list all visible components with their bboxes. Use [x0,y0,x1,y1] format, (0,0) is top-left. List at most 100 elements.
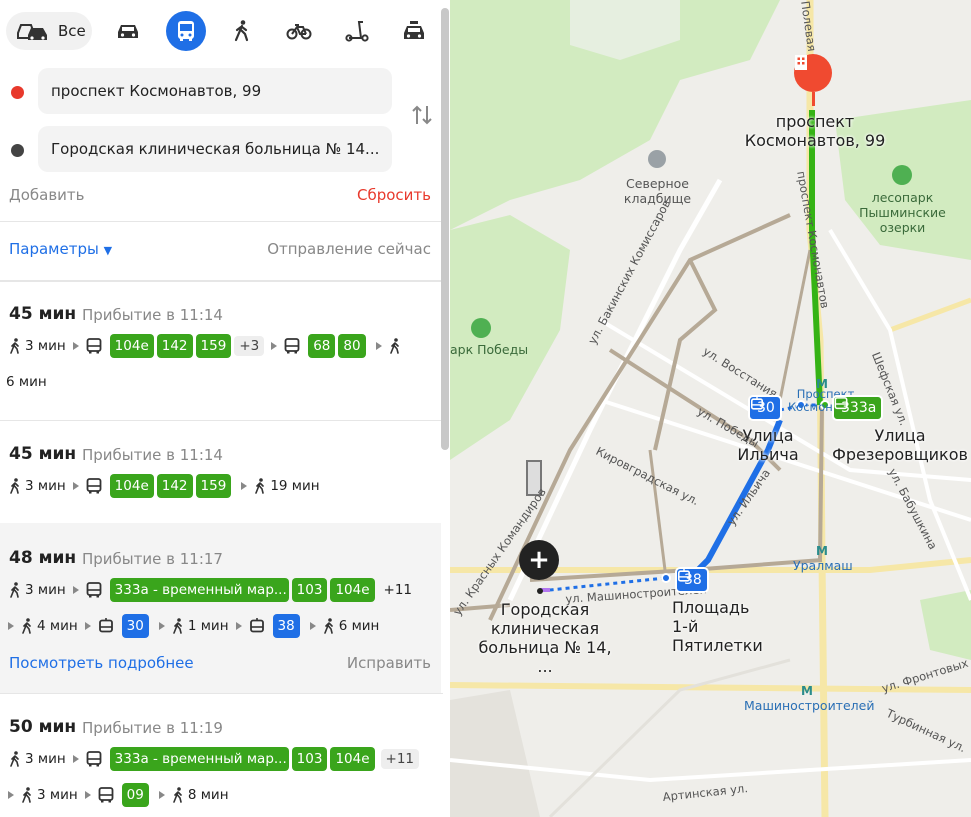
bus-route-badge: 80 [338,334,366,358]
mode-taxi-button[interactable] [394,11,434,51]
all-modes-icon [16,21,50,41]
add-point-link[interactable]: Добавить [9,186,85,204]
bus-route-badge: 68 [308,334,336,358]
route-option-2[interactable]: 45 мин Прибытие в 11:14 3 мин 104е 142 1… [0,421,441,523]
taxi-icon [401,19,427,43]
end-pin[interactable]: + [519,540,559,580]
mode-all-button[interactable]: Все [6,12,92,50]
departure-time-link[interactable]: Отправление сейчас [267,240,431,258]
bus-route-badge: 159 [195,334,232,358]
from-field-value: проспект Космонавтов, 99 [51,82,262,100]
start-pin-stem [812,92,815,106]
walk-icon [9,478,21,494]
route-option-3[interactable]: 48 мин Прибытие в 11:17 3 мин 333а - вре… [0,523,441,693]
tree-icon [892,165,912,185]
walk-duration: 1 мин [187,618,229,634]
bus-route-badge: 333а - временный мар... [109,578,289,602]
step-arrow-icon [158,622,165,630]
metro-label: Уралмаш [793,558,853,573]
reset-link[interactable]: Сбросить [357,186,431,204]
step-arrow-icon [72,482,79,490]
walk-duration: 3 мин [25,338,66,354]
swap-icon[interactable] [410,104,434,126]
step-arrow-icon [8,791,14,799]
step-arrow-icon [72,586,79,594]
walk-icon [172,618,184,634]
step-arrow-icon [271,342,278,350]
bus-route-badge: 104е [330,747,375,771]
stop-label: Площадь 1-й Пятилетки [672,598,763,655]
route-duration: 45 мин [9,304,77,324]
bus-route-badge: 159 [195,474,232,498]
walk-icon [389,338,401,354]
plus-icon: + [528,545,550,575]
route-arrival: Прибытие в 11:19 [82,719,223,737]
route-steps: 3 мин 333а - временный мар... 103 104е +… [9,578,412,602]
step-arrow-icon [158,791,165,799]
bus-route-badge: 104е [109,334,154,358]
walk-duration: 19 мин [270,478,320,494]
route-duration: 50 мин [9,717,77,737]
walk-duration: 3 мин [25,478,66,494]
start-pin[interactable] [794,54,832,92]
route-option-4[interactable]: 50 мин Прибытие в 11:19 3 мин 333а - вре… [0,694,441,817]
mode-all-label: Все [58,22,86,40]
bus-route-badge: 103 [291,747,328,771]
bus-icon [86,478,102,494]
tree-icon [471,318,491,338]
route-arrival: Прибытие в 11:17 [82,550,223,568]
mode-scooter-button[interactable] [337,11,377,51]
walk-duration: 3 мин [37,787,78,803]
bus-route-badge: 103 [291,578,328,602]
walk-duration: 8 мин [187,787,229,803]
to-field[interactable]: Городская клиническая больница № 14... [38,126,392,172]
step-arrow-icon [72,342,79,350]
caret-down-icon: ▼ [103,244,113,257]
route-fix-link[interactable]: Исправить [347,654,431,672]
transport-modes: Все [6,11,436,51]
mode-walk-button[interactable] [222,11,262,51]
tram-route-map-badge[interactable]: 30 [748,395,782,421]
bus-icon [86,338,102,354]
more-routes-count: +11 [383,582,413,598]
walk-icon [172,787,184,803]
walk-icon [21,787,33,803]
mode-car-button[interactable] [108,11,148,51]
tram-icon [98,618,114,634]
route-steps: 3 мин 09 8 мин [8,783,229,807]
walk-icon [254,478,266,494]
walk-duration: 3 мин [25,582,66,598]
step-arrow-icon [72,755,79,763]
bus-icon [86,582,102,598]
to-point-dot [11,144,24,157]
step-arrow-icon [8,622,14,630]
mode-bus-button[interactable] [166,11,206,51]
car-icon [115,19,141,43]
tram-route-badge: 30 [121,614,149,638]
start-point-label: проспект Космонавтов, 99 [744,112,886,150]
bus-route-map-badge[interactable]: 333а [832,395,884,421]
walk-duration: 4 мин [37,618,78,634]
route-steps: 4 мин 30 1 мин 38 6 мин [8,614,379,638]
walk-duration: 6 мин [338,618,380,634]
mode-bike-button[interactable] [279,11,319,51]
step-arrow-icon [309,622,316,630]
walk-icon [9,751,21,767]
from-field[interactable]: проспект Космонавтов, 99 [38,68,392,114]
walk-icon [21,618,33,634]
from-point-dot [11,86,24,99]
params-link[interactable]: Параметры ▼ [9,240,112,258]
bus-route-badge: 104е [109,474,154,498]
route-option-1[interactable]: 45 мин Прибытие в 11:14 3 мин 104е 142 1… [0,282,441,420]
route-duration: 45 мин [9,444,77,464]
tram-route-map-badge[interactable]: 38 [675,567,709,593]
step-arrow-icon [235,622,242,630]
map-view[interactable]: проспект Космонавтов, 99 + Городская кли… [450,0,971,817]
panel-scrollbar[interactable] [441,8,449,450]
bus-icon [98,787,114,803]
route-duration: 48 мин [9,548,77,568]
bus-route-badge: 104е [330,578,375,602]
walk-icon [9,338,21,354]
bus-icon [86,751,102,767]
route-details-link[interactable]: Посмотреть подробнее [9,654,194,672]
